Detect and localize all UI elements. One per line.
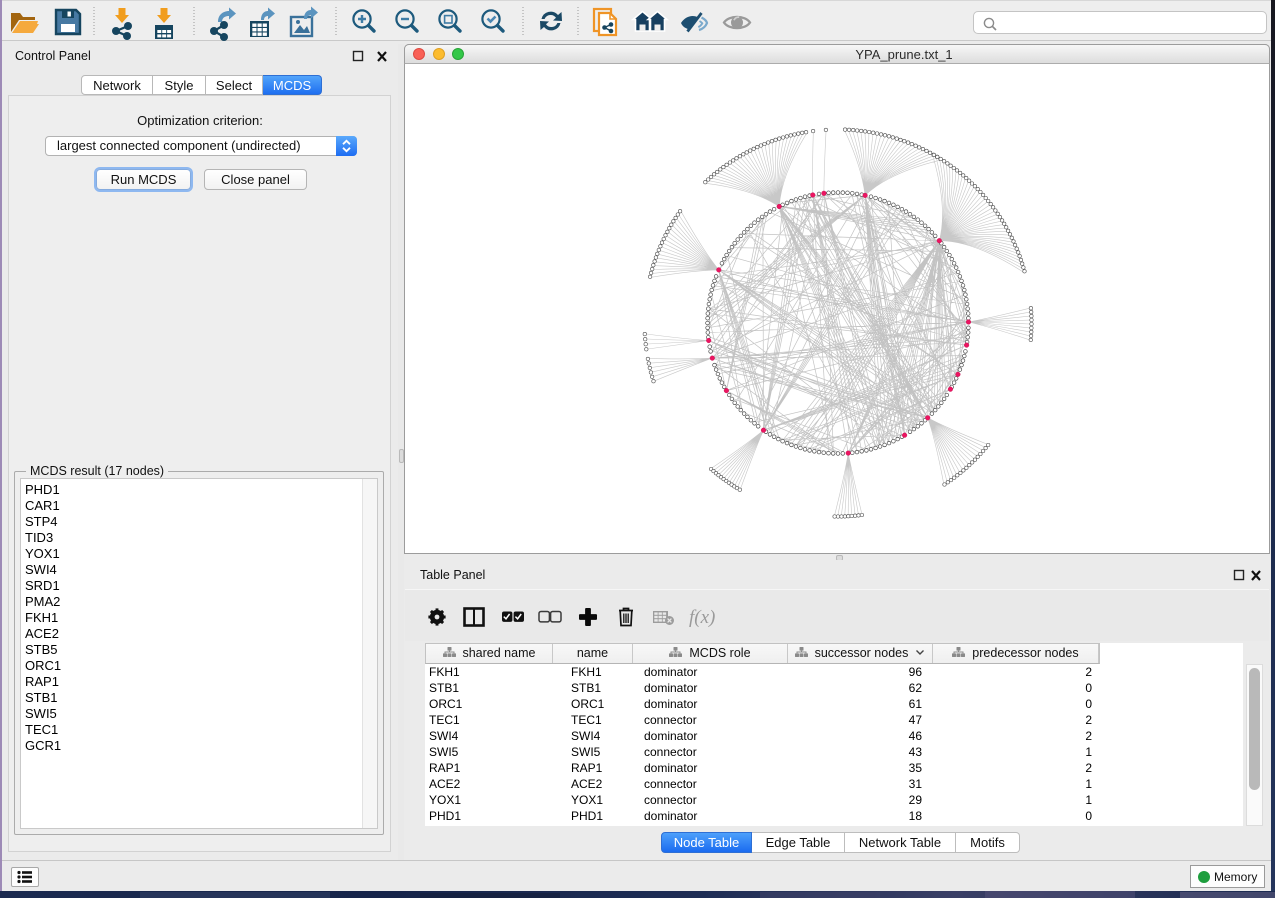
svg-text:f(x): f(x) (689, 607, 715, 628)
